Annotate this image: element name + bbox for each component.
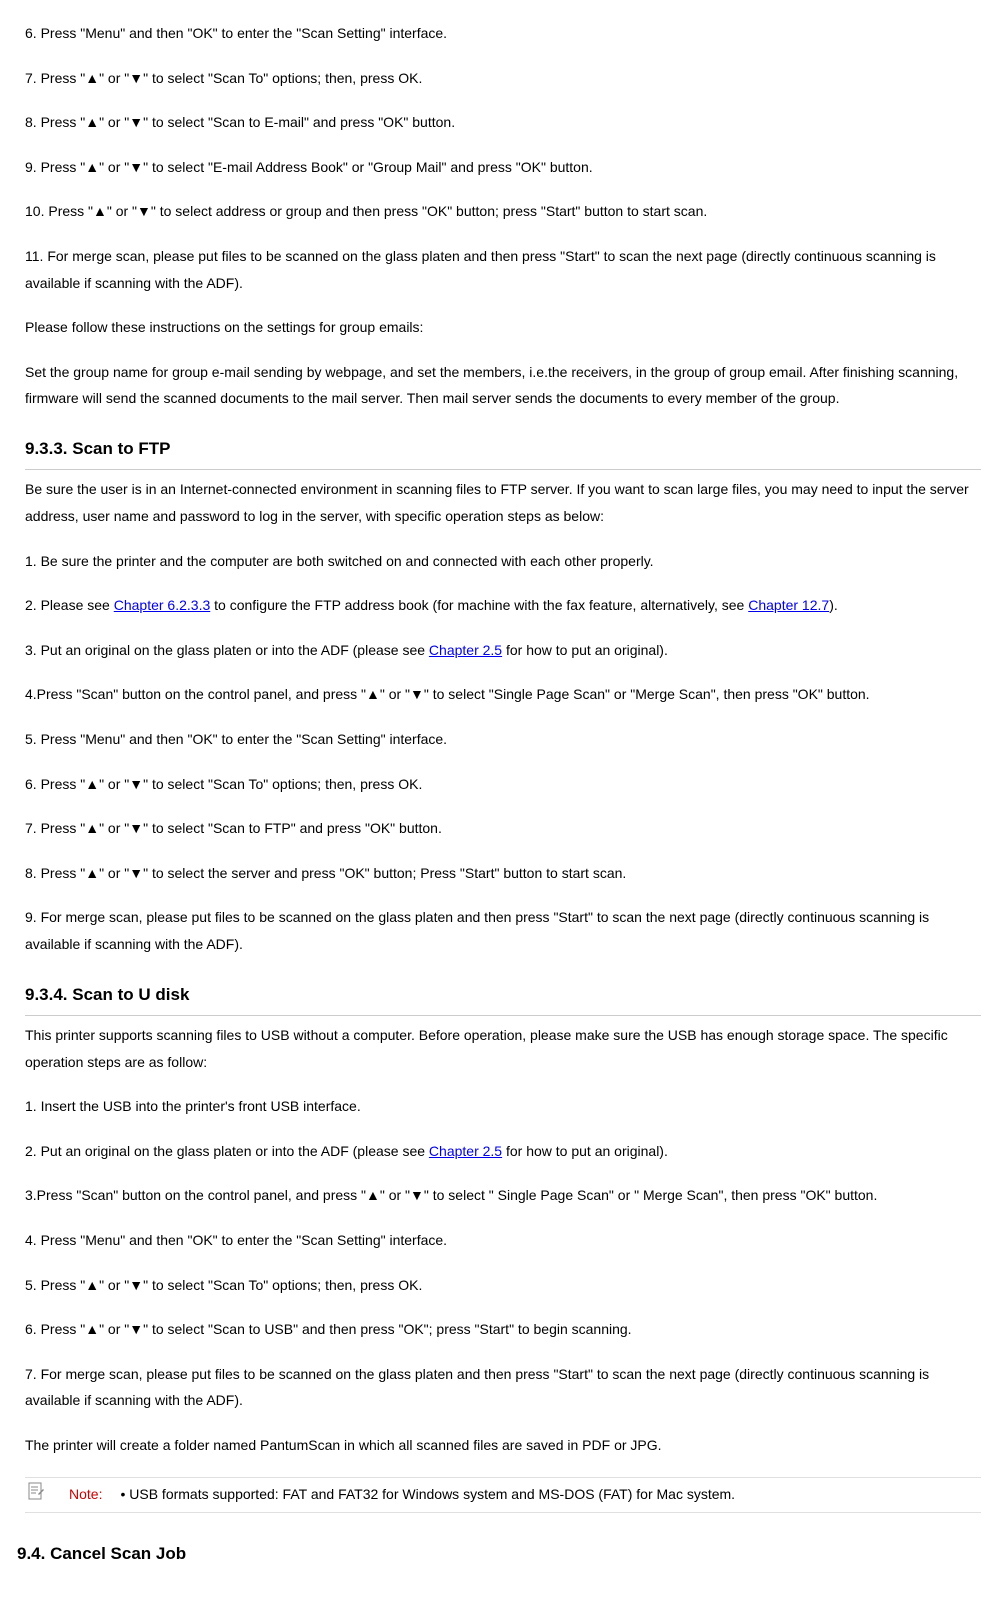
sec933-step-8: 8. Press "▲" or "▼" to select the server… [25, 860, 981, 887]
note-label: Note: [47, 1484, 120, 1505]
sec933-step-3: 3. Put an original on the glass platen o… [25, 637, 981, 664]
sec934-step-1: 1. Insert the USB into the printer's fro… [25, 1093, 981, 1120]
link-chapter-127[interactable]: Chapter 12.7 [748, 597, 829, 613]
sec934-outro: The printer will create a folder named P… [25, 1432, 981, 1459]
text: 2. Please see [25, 597, 114, 613]
step-6: 6. Press "Menu" and then "OK" to enter t… [25, 20, 981, 47]
sec934-step-2: 2. Put an original on the glass platen o… [25, 1138, 981, 1165]
group-email-desc: Set the group name for group e-mail send… [25, 359, 981, 412]
sec933-intro: Be sure the user is in an Internet-conne… [25, 476, 981, 529]
link-chapter-6233[interactable]: Chapter 6.2.3.3 [114, 597, 211, 613]
group-email-intro: Please follow these instructions on the … [25, 314, 981, 341]
sec934-step-4: 4. Press "Menu" and then "OK" to enter t… [25, 1227, 981, 1254]
note-text: • USB formats supported: FAT and FAT32 f… [120, 1484, 735, 1505]
text: 3. Put an original on the glass platen o… [25, 642, 429, 658]
section-934-heading: 9.3.4. Scan to U disk [25, 982, 981, 1017]
step-8: 8. Press "▲" or "▼" to select "Scan to E… [25, 109, 981, 136]
text: to configure the FTP address book (for m… [210, 597, 748, 613]
sec934-intro: This printer supports scanning files to … [25, 1022, 981, 1075]
sec933-step-9: 9. For merge scan, please put files to b… [25, 904, 981, 957]
section-933-heading: 9.3.3. Scan to FTP [25, 436, 981, 471]
text: for how to put an original). [502, 642, 668, 658]
sec933-step-7: 7. Press "▲" or "▼" to select "Scan to F… [25, 815, 981, 842]
step-11: 11. For merge scan, please put files to … [25, 243, 981, 296]
sec933-step-2: 2. Please see Chapter 6.2.3.3 to configu… [25, 592, 981, 619]
sec933-step-5: 5. Press "Menu" and then "OK" to enter t… [25, 726, 981, 753]
sec934-step-7: 7. For merge scan, please put files to b… [25, 1361, 981, 1414]
sec934-step-3: 3.Press "Scan" button on the control pan… [25, 1182, 981, 1209]
text: for how to put an original). [502, 1143, 668, 1159]
link-chapter-25[interactable]: Chapter 2.5 [429, 642, 502, 658]
text: ). [829, 597, 838, 613]
step-9: 9. Press "▲" or "▼" to select "E-mail Ad… [25, 154, 981, 181]
sec933-step-6: 6. Press "▲" or "▼" to select "Scan To" … [25, 771, 981, 798]
sec934-step-6: 6. Press "▲" or "▼" to select "Scan to U… [25, 1316, 981, 1343]
sec933-step-4: 4.Press "Scan" button on the control pan… [25, 681, 981, 708]
sec933-step-1: 1. Be sure the printer and the computer … [25, 548, 981, 575]
step-10: 10. Press "▲" or "▼" to select address o… [25, 198, 981, 225]
sec934-step-5: 5. Press "▲" or "▼" to select "Scan To" … [25, 1272, 981, 1299]
text: 2. Put an original on the glass platen o… [25, 1143, 429, 1159]
note-icon [25, 1482, 47, 1508]
section-94-heading: 9.4. Cancel Scan Job [17, 1541, 981, 1575]
link-chapter-25[interactable]: Chapter 2.5 [429, 1143, 502, 1159]
step-7: 7. Press "▲" or "▼" to select "Scan To" … [25, 65, 981, 92]
note-box: Note: • USB formats supported: FAT and F… [25, 1477, 981, 1513]
